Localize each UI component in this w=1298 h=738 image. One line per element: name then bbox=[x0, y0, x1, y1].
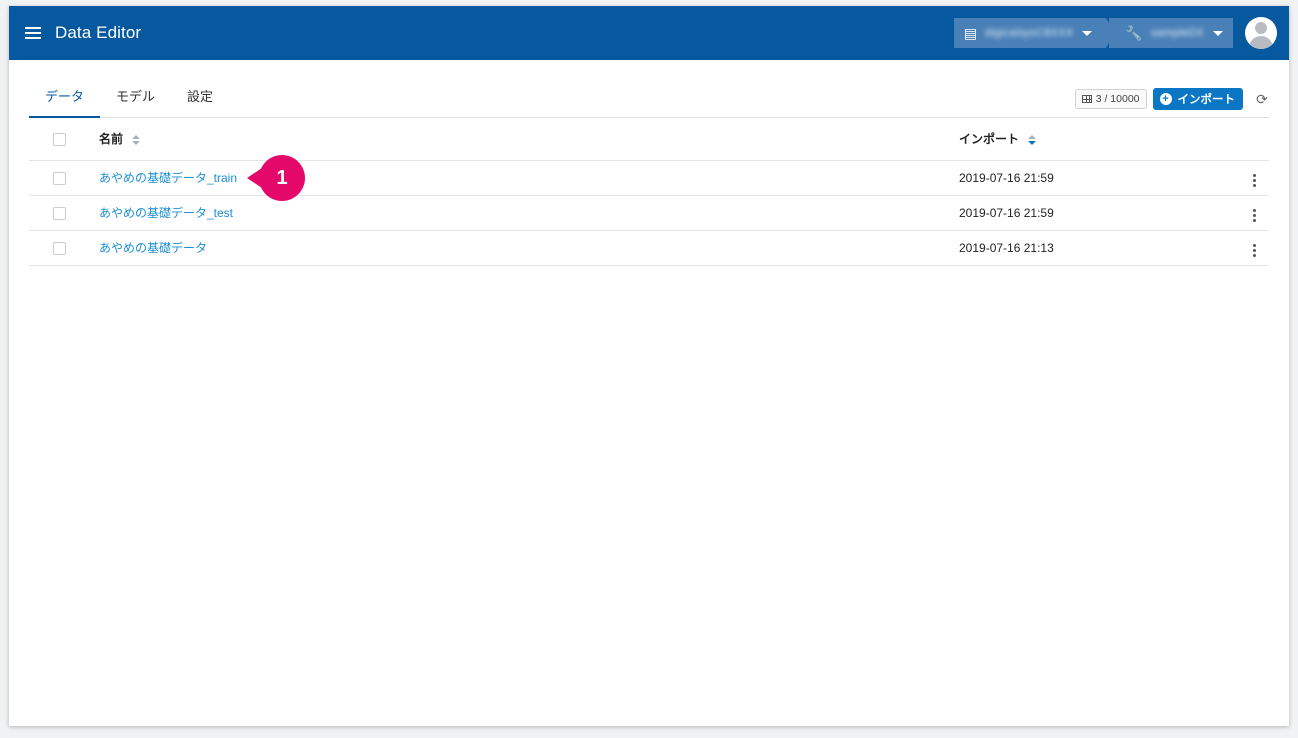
context-breadcrumb: ▤ digicalsysC8XXX 🔧 sampleDX bbox=[953, 18, 1233, 48]
row-checkbox[interactable] bbox=[53, 206, 66, 220]
column-header-name: 名前 bbox=[99, 132, 124, 147]
more-options-icon[interactable] bbox=[1249, 242, 1260, 259]
dataset-name-link[interactable]: あやめの基礎データ bbox=[99, 241, 207, 255]
dataset-name-link[interactable]: あやめの基礎データ_test bbox=[99, 206, 233, 220]
refresh-icon[interactable]: ⟳ bbox=[1255, 92, 1269, 106]
import-date: 2019-07-16 21:59 bbox=[959, 160, 1239, 196]
project-selector[interactable]: 🔧 sampleDX bbox=[1109, 18, 1233, 48]
sort-import-icon[interactable] bbox=[1028, 135, 1037, 146]
app-window: Data Editor ▤ digicalsysC8XXX 🔧 sampleDX… bbox=[9, 6, 1289, 726]
row-checkbox[interactable] bbox=[53, 241, 66, 255]
row-checkbox[interactable] bbox=[53, 171, 66, 185]
table-icon bbox=[1081, 95, 1092, 103]
tab-model[interactable]: モデル bbox=[100, 86, 171, 117]
tab-bar: データ モデル 設定 3 / 10000 + インポート ⟳ bbox=[29, 60, 1269, 118]
app-header: Data Editor ▤ digicalsysC8XXX 🔧 sampleDX bbox=[9, 6, 1289, 60]
select-all-checkbox[interactable] bbox=[53, 132, 66, 146]
toolbar: 3 / 10000 + インポート ⟳ bbox=[1074, 88, 1269, 110]
hamburger-menu-icon[interactable] bbox=[25, 26, 41, 40]
plus-circle-icon: + bbox=[1159, 93, 1172, 105]
wrench-icon: 🔧 bbox=[1125, 25, 1143, 41]
import-button[interactable]: + インポート bbox=[1152, 88, 1243, 110]
callout-number: 1 bbox=[259, 155, 305, 201]
tab-settings[interactable]: 設定 bbox=[171, 86, 229, 117]
import-date: 2019-07-16 21:13 bbox=[959, 230, 1239, 266]
chevron-down-icon bbox=[1082, 30, 1093, 36]
user-avatar[interactable] bbox=[1245, 17, 1277, 49]
organization-name: digicalsysC8XXX bbox=[985, 27, 1074, 39]
table-row: あやめの基礎データ_train 2019-07-16 21:59 bbox=[29, 160, 1269, 196]
tab-data[interactable]: データ bbox=[29, 86, 101, 118]
organization-selector[interactable]: ▤ digicalsysC8XXX bbox=[953, 18, 1115, 48]
sort-name-icon[interactable] bbox=[132, 135, 141, 146]
callout-marker: 1 bbox=[247, 155, 305, 201]
import-date: 2019-07-16 21:59 bbox=[959, 195, 1239, 231]
project-name: sampleDX bbox=[1150, 27, 1204, 39]
more-options-icon[interactable] bbox=[1249, 207, 1260, 224]
chevron-down-icon bbox=[1213, 30, 1223, 36]
table-header-row: 名前 インポート bbox=[29, 118, 1269, 161]
table-row: あやめの基礎データ 2019-07-16 21:13 bbox=[29, 230, 1269, 266]
dataset-name-link[interactable]: あやめの基礎データ_train bbox=[99, 171, 237, 185]
table-row: あやめの基礎データ_test 2019-07-16 21:59 bbox=[29, 195, 1269, 231]
building-icon: ▤ bbox=[963, 25, 978, 41]
more-options-icon[interactable] bbox=[1249, 172, 1260, 189]
column-header-import: インポート bbox=[959, 132, 1020, 147]
dataset-count-badge: 3 / 10000 bbox=[1074, 89, 1147, 109]
app-title: Data Editor bbox=[55, 23, 142, 42]
dataset-table: 名前 インポート あやめの基礎データ_train 2019-07-16 21:5… bbox=[29, 118, 1269, 266]
dataset-count: 3 / 10000 bbox=[1095, 93, 1140, 105]
import-button-label: インポート bbox=[1177, 94, 1236, 106]
